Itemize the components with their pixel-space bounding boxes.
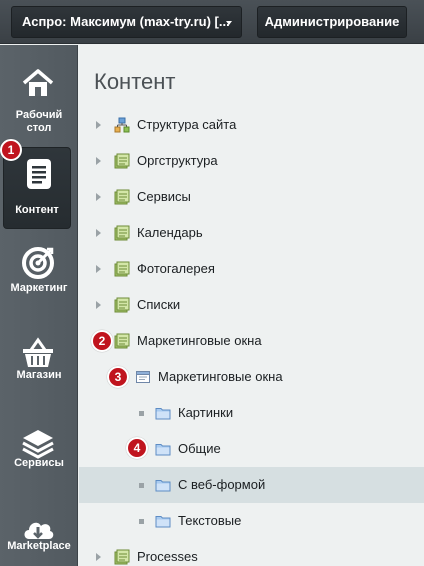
menu-item-marketplace[interactable]: Marketplace bbox=[0, 503, 78, 566]
iblock-icon bbox=[114, 189, 130, 205]
basket-icon bbox=[23, 337, 53, 367]
menu-item-label: Магазин bbox=[16, 369, 62, 381]
tree-item-label: С веб-формой bbox=[178, 477, 266, 492]
target-icon bbox=[22, 247, 54, 279]
expand-arrow-icon[interactable] bbox=[96, 265, 101, 273]
iblock-icon bbox=[114, 297, 130, 313]
left-menu: Рабочий стол Контент Маркетинг Магазин С… bbox=[0, 45, 78, 566]
expand-arrow-icon[interactable] bbox=[96, 121, 101, 129]
tree-item-label: Списки bbox=[137, 297, 181, 312]
expand-arrow-icon[interactable] bbox=[96, 193, 101, 201]
tree-item-orgstructure[interactable]: Оргструктура bbox=[79, 143, 424, 179]
iblock-icon bbox=[114, 333, 130, 349]
administration-button[interactable]: Администрирование bbox=[257, 6, 407, 38]
tree-item-label: Processes bbox=[137, 549, 198, 564]
expand-arrow-icon[interactable] bbox=[96, 229, 101, 237]
menu-item-store[interactable]: Магазин bbox=[0, 327, 78, 409]
tree-item-label: Структура сайта bbox=[137, 117, 237, 132]
menu-item-label: Контент bbox=[15, 204, 59, 216]
folder-icon bbox=[155, 408, 171, 420]
menu-item-label: Маркетинг bbox=[10, 282, 68, 294]
tree-item-site-structure[interactable]: Структура сайта bbox=[79, 107, 424, 143]
tree-item-pictures[interactable]: Картинки bbox=[79, 395, 424, 431]
menu-item-label: Marketplace bbox=[7, 540, 71, 552]
chevron-down-icon bbox=[226, 21, 232, 25]
tree-item-with-webform[interactable]: С веб-формой bbox=[79, 467, 424, 503]
tree-item-label: Текстовые bbox=[178, 513, 242, 528]
layers-icon bbox=[22, 430, 54, 459]
menu-item-marketing[interactable]: Маркетинг bbox=[0, 237, 78, 319]
tree-item-label: Картинки bbox=[178, 405, 234, 420]
menu-item-desktop[interactable]: Рабочий стол bbox=[0, 57, 78, 139]
menu-item-services[interactable]: Сервисы bbox=[0, 417, 78, 499]
tree-item-lists[interactable]: Списки bbox=[79, 287, 424, 323]
document-icon bbox=[27, 159, 51, 189]
tree-item-label: Маркетинговые окна bbox=[158, 369, 283, 384]
menu-item-label: Сервисы bbox=[14, 457, 64, 469]
tree-item-processes[interactable]: Processes bbox=[79, 539, 424, 566]
expand-arrow-icon[interactable] bbox=[96, 301, 101, 309]
site-structure-icon bbox=[114, 117, 130, 133]
site-selector-label: Аспро: Максимум (max-try.ru) [... bbox=[22, 14, 230, 29]
tree-item-label: Сервисы bbox=[137, 189, 191, 204]
iblock-icon bbox=[114, 153, 130, 169]
step-badge-3: 3 bbox=[107, 366, 129, 388]
tree-item-label: Маркетинговые окна bbox=[137, 333, 262, 348]
menu-item-label: Рабочий стол bbox=[15, 109, 63, 134]
site-selector[interactable]: Аспро: Максимум (max-try.ru) [... bbox=[11, 6, 242, 38]
tree-item-marketing-windows[interactable]: Маркетинговые окна bbox=[79, 323, 424, 359]
bullet-icon bbox=[139, 411, 144, 416]
step-badge-2: 2 bbox=[91, 330, 113, 352]
home-icon bbox=[22, 69, 54, 96]
iblock-icon bbox=[114, 261, 130, 277]
expand-arrow-icon[interactable] bbox=[96, 553, 101, 561]
bullet-icon bbox=[139, 519, 144, 524]
folder-icon bbox=[155, 444, 171, 456]
tree-item-services[interactable]: Сервисы bbox=[79, 179, 424, 215]
tree-item-calendar[interactable]: Календарь bbox=[79, 215, 424, 251]
expand-arrow-icon[interactable] bbox=[96, 157, 101, 165]
iblock-icon bbox=[114, 225, 130, 241]
tree-item-label: Оргструктура bbox=[137, 153, 218, 168]
top-bar: Аспро: Максимум (max-try.ru) [... Админи… bbox=[0, 0, 424, 44]
bullet-icon bbox=[139, 483, 144, 488]
tree-item-marketing-windows-iblock[interactable]: Маркетинговые окна bbox=[79, 359, 424, 395]
tree-item-text[interactable]: Текстовые bbox=[79, 503, 424, 539]
folder-icon bbox=[155, 516, 171, 528]
step-badge-4: 4 bbox=[126, 437, 148, 459]
step-badge-1: 1 bbox=[0, 139, 22, 161]
page-title: Контент bbox=[94, 69, 176, 94]
window-icon bbox=[136, 371, 150, 383]
folder-icon bbox=[155, 480, 171, 492]
tree-item-photogallery[interactable]: Фотогалерея bbox=[79, 251, 424, 287]
tree-item-label: Календарь bbox=[137, 225, 203, 240]
iblock-icon bbox=[114, 549, 130, 565]
tree-item-label: Общие bbox=[178, 441, 221, 456]
tree-item-label: Фотогалерея bbox=[137, 261, 215, 276]
content-area: Контент Структура сайта Оргструктура Сер… bbox=[79, 45, 424, 566]
